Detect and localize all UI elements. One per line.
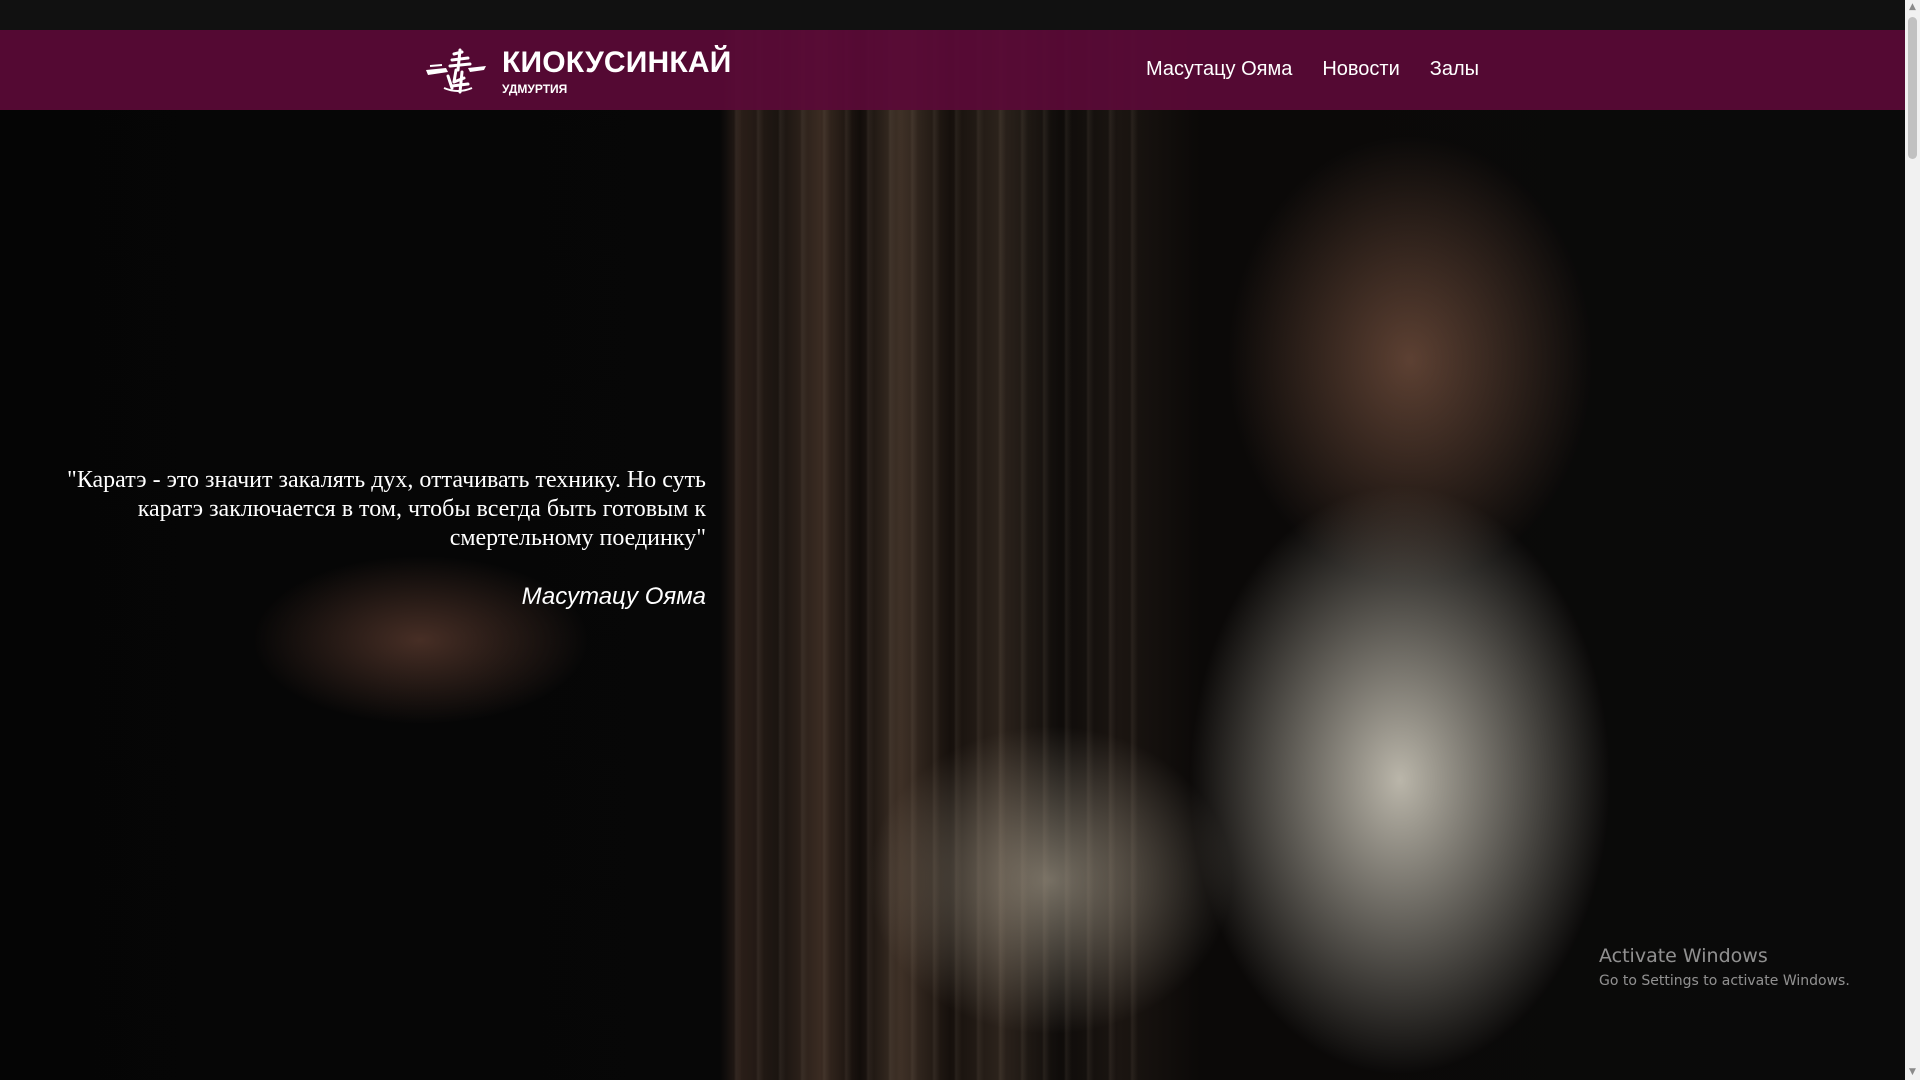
logo-title: КИОКУСИНКАЙ [502, 46, 732, 79]
hero-quote-text: "Каратэ - это значит закалять дух, оттач… [67, 467, 706, 551]
kanji-fighter-logo-icon [426, 48, 486, 94]
watermark-title: Activate Windows [1599, 945, 1768, 967]
nav-link-halls[interactable]: Залы [1430, 58, 1479, 81]
watermark-subtitle: Go to Settings to activate Windows. [1599, 973, 1850, 989]
nav-link-news[interactable]: Новости [1322, 58, 1399, 81]
main-nav: Масутацу Ояма Новости Залы [1146, 58, 1479, 81]
hero-quote-block: "Каратэ - это значит закалять дух, оттач… [30, 466, 706, 611]
vertical-scrollbar[interactable]: ▲ ▼ [1905, 0, 1920, 1080]
nav-link-oyama[interactable]: Масутацу Ояма [1146, 58, 1292, 81]
hero-quote-author: Масутацу Ояма [521, 583, 706, 610]
windows-activation-watermark: Activate Windows Go to Settings to activ… [1599, 945, 1850, 989]
scroll-down-arrow-icon[interactable]: ▼ [1905, 1065, 1920, 1080]
page-viewport: КИОКУСИНКАЙ УДМУРТИЯ Масутацу Ояма Новос… [0, 0, 1905, 1080]
logo-subtitle: УДМУРТИЯ [502, 82, 568, 96]
site-header: КИОКУСИНКАЙ УДМУРТИЯ Масутацу Ояма Новос… [0, 30, 1905, 110]
scrollbar-thumb[interactable] [1908, 17, 1917, 159]
scroll-up-arrow-icon[interactable]: ▲ [1905, 0, 1920, 15]
top-strip [0, 0, 1905, 30]
site-logo-link[interactable]: КИОКУСИНКАЙ УДМУРТИЯ [424, 48, 732, 95]
